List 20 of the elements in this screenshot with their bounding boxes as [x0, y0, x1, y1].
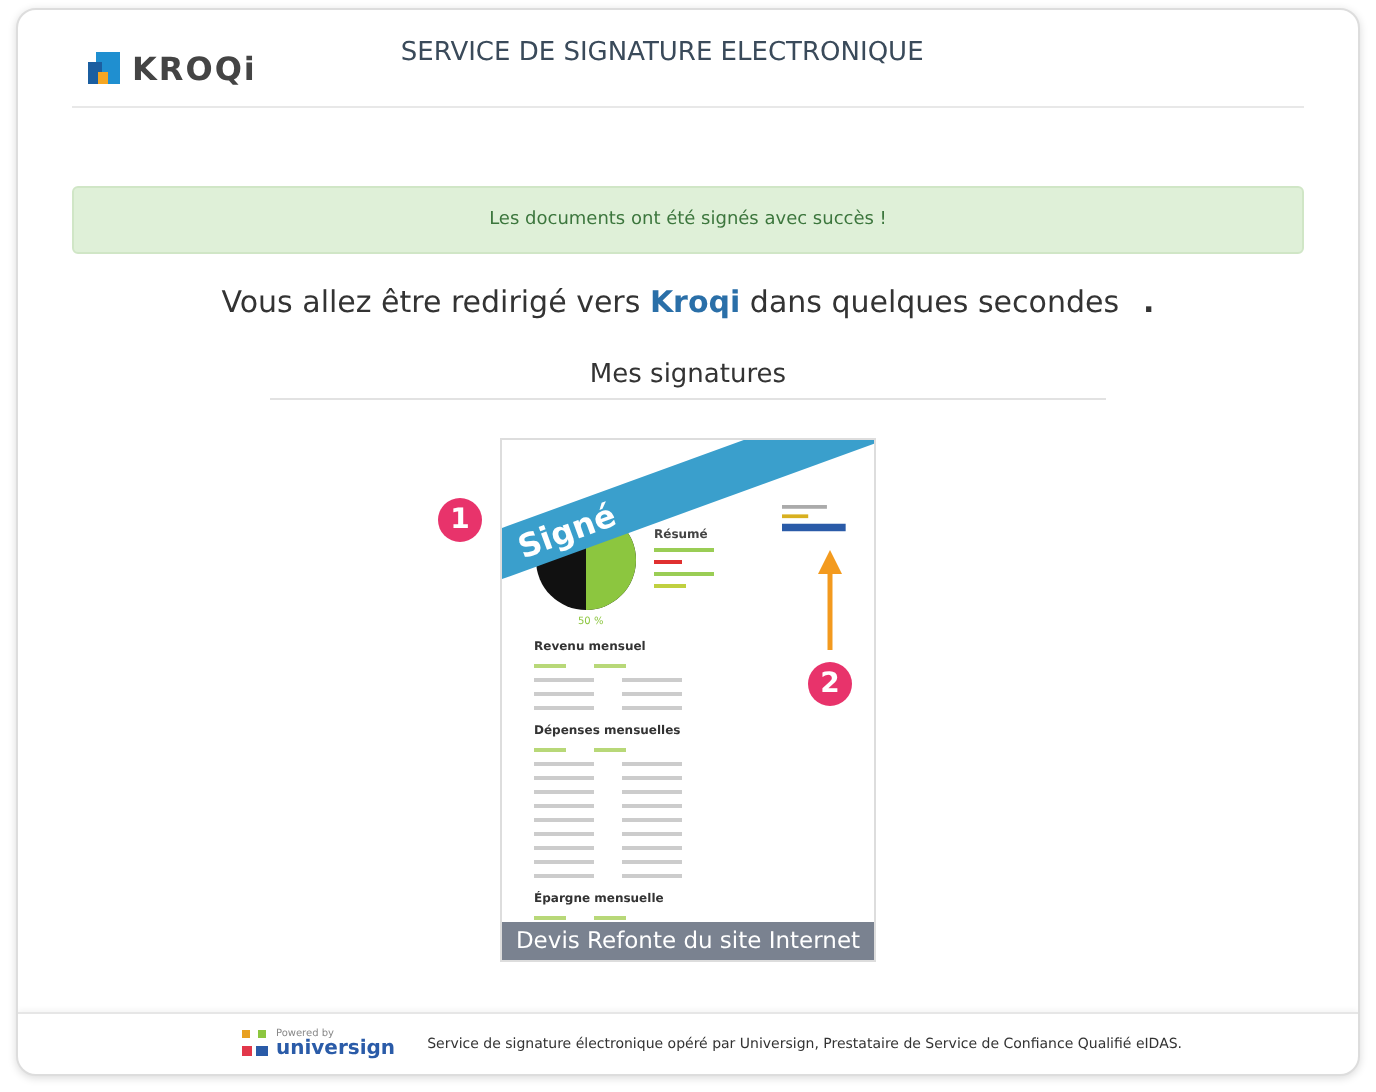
- table-row-line: [534, 660, 626, 670]
- table-row-line: [534, 744, 626, 754]
- logo-icon: [242, 1030, 270, 1058]
- success-alert: Les documents ont été signés avec succès !: [72, 186, 1304, 254]
- brand-text: universign: [276, 1039, 396, 1059]
- table-row-line: [534, 912, 626, 922]
- text-line: [654, 584, 686, 588]
- text-line: [654, 572, 714, 576]
- text-line: [654, 560, 682, 564]
- loading-dots: .: [1143, 284, 1155, 320]
- page-title: SERVICE DE SIGNATURE ELECTRONIQUE: [400, 38, 924, 68]
- up-arrow-icon: [818, 550, 842, 654]
- document-caption: Devis Refonte du site Internet: [502, 922, 874, 960]
- redirect-text: Vous allez être redirigé vers Kroqi dans quelques secondes: [221, 284, 1120, 320]
- universign-logo-drawing: [782, 504, 846, 536]
- section-title: Mes signatures: [270, 360, 1106, 400]
- number-badge: 1: [438, 498, 482, 542]
- logo-text: KROQi: [132, 49, 257, 87]
- logo-icon: [88, 52, 120, 84]
- text-line: [654, 548, 714, 552]
